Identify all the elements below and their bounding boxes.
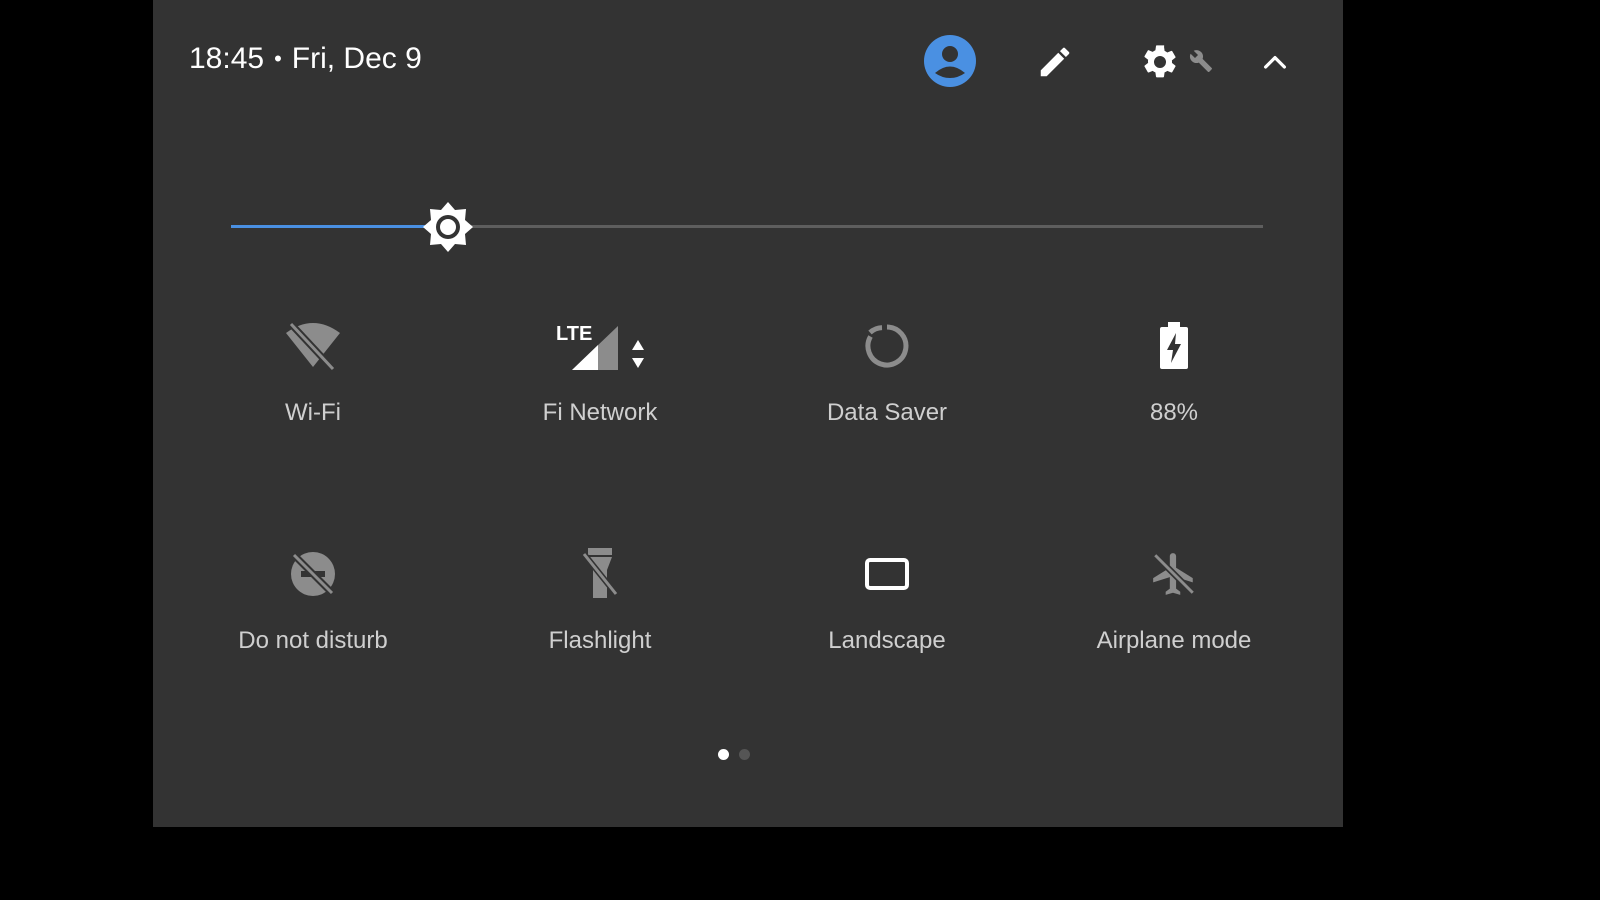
tile-airplane-mode[interactable]: Airplane mode	[1039, 544, 1309, 694]
tile-battery[interactable]: 88%	[1039, 316, 1309, 466]
svg-text:LTE: LTE	[556, 323, 592, 345]
system-ui-tuner-indicator	[1188, 48, 1214, 74]
account-button[interactable]	[923, 34, 977, 88]
chevron-up-icon	[1264, 56, 1286, 69]
brightness-sun-icon	[422, 202, 473, 252]
edit-button[interactable]	[1033, 40, 1077, 84]
do-not-disturb-off-icon	[291, 552, 335, 596]
settings-gear-icon	[1144, 45, 1176, 78]
tile-wifi[interactable]: Wi-Fi	[178, 316, 448, 466]
tile-label: Do not disturb	[238, 627, 388, 654]
wifi-off-icon	[286, 321, 340, 371]
tile-flashlight[interactable]: Flashlight	[465, 544, 735, 694]
date-text: Fri, Dec 9	[291, 42, 422, 75]
page-indicator	[718, 749, 750, 760]
screen-rotation-landscape-icon	[865, 558, 909, 590]
data-saver-icon	[865, 324, 909, 368]
status-clock: 18:45 • Fri, Dec 9	[189, 40, 422, 78]
brightness-thumb[interactable]	[421, 200, 475, 254]
wrench-icon	[1189, 50, 1212, 72]
flashlight-off-icon	[581, 548, 619, 598]
page-dot[interactable]	[739, 749, 750, 760]
tile-do-not-disturb[interactable]: Do not disturb	[178, 544, 448, 694]
account-circle-icon	[924, 35, 976, 87]
time-date-separator: •	[274, 46, 282, 71]
battery-charging-icon	[1160, 322, 1188, 369]
page-dot-active[interactable]	[718, 749, 729, 760]
tile-fi-network[interactable]: LTE Fi Network	[465, 316, 735, 466]
tile-label: Flashlight	[548, 627, 652, 654]
edit-pencil-icon	[1040, 47, 1070, 77]
settings-button[interactable]	[1138, 40, 1182, 84]
tile-label: Airplane mode	[1096, 627, 1252, 654]
tile-label: Data Saver	[826, 399, 948, 426]
collapse-button[interactable]	[1253, 40, 1297, 84]
time-text: 18:45	[189, 42, 265, 75]
lte-signal-icon: LTE	[556, 323, 644, 370]
quick-settings-panel: 18:45 • Fri, Dec 9 Wi-Fi LTE Fi Network …	[153, 0, 1343, 827]
tile-landscape[interactable]: Landscape	[752, 544, 1022, 694]
tile-data-saver[interactable]: Data Saver	[752, 316, 1022, 466]
brightness-slider[interactable]	[231, 200, 1263, 254]
airplane-off-icon	[1153, 553, 1195, 595]
brightness-track-fill	[231, 225, 448, 228]
tile-label: Fi Network	[542, 399, 658, 426]
tile-label: Wi-Fi	[285, 399, 341, 426]
tile-label: Landscape	[828, 627, 946, 654]
tile-label: 88%	[1149, 399, 1199, 426]
